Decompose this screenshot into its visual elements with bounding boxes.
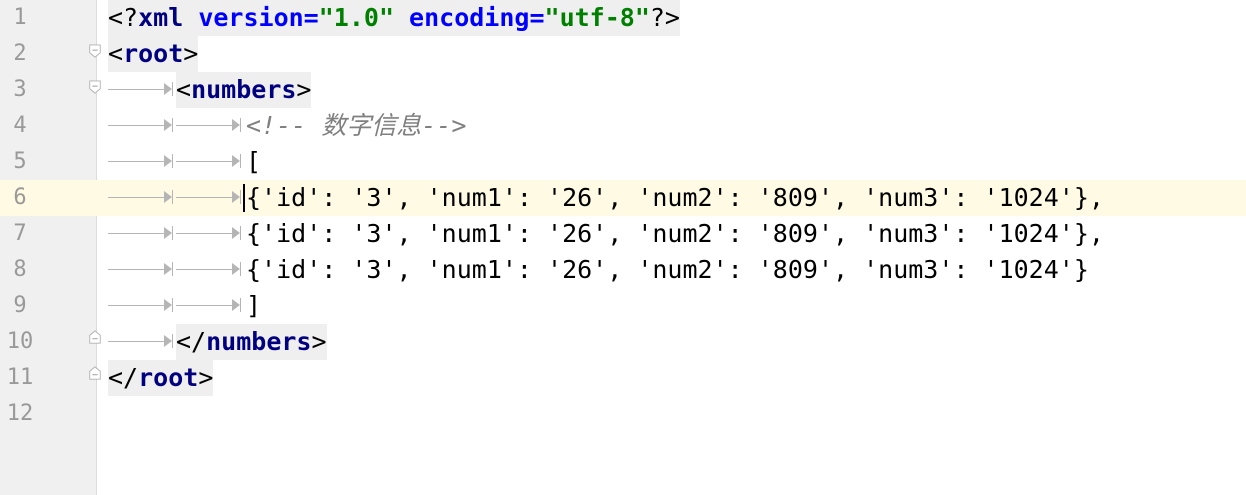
line-number: 1 [13,5,27,30]
tag-bracket: > [311,327,327,356]
text-content: {'id': '3', 'num1': '26', 'num2': '809',… [246,219,1104,248]
root-close-tag: </root> [108,360,214,396]
line-number: 12 [6,401,34,426]
line-number: 11 [6,365,34,390]
fold-collapse-icon[interactable] [88,44,102,58]
root-open-tag: <root> [108,36,199,72]
tag-name: numbers [206,327,312,356]
tag-bracket: < [176,75,192,104]
line-number: 5 [13,149,27,174]
text-content: ] [246,291,262,320]
code-line-9[interactable]: 9 ] [0,288,1246,324]
tab-indent-icon [108,154,173,168]
code-line-5[interactable]: 5 [ [0,144,1246,180]
pi-open: <? [108,3,139,32]
attr-encoding-value: "utf-8" [544,3,650,32]
tag-bracket: > [296,75,312,104]
tag-bracket: > [198,363,214,392]
tag-bracket: </ [108,363,139,392]
code-line-10[interactable]: 10 </numbers> [0,324,1246,360]
tab-indent-icon [108,118,173,132]
tab-indent-icon [176,298,241,312]
code-line-7[interactable]: 7 {'id': '3', 'num1': '26', 'num2': '809… [0,216,1246,252]
line-number: 2 [13,41,27,66]
code-line-3[interactable]: 3 <numbers> [0,72,1246,108]
tab-indent-icon [176,154,241,168]
tab-indent-icon [108,226,173,240]
tab-indent-icon [108,262,173,276]
tab-indent-icon [176,190,241,204]
numbers-open-tag: <numbers> [176,72,312,108]
tab-indent-icon [176,262,241,276]
line-number: 6 [13,185,27,210]
tag-name: root [138,363,199,392]
tag-bracket: </ [176,327,207,356]
line-number: 7 [13,221,27,246]
tab-indent-icon [176,118,241,132]
code-line-8[interactable]: 8 {'id': '3', 'num1': '26', 'num2': '809… [0,252,1246,288]
code-line-11[interactable]: 11 </root> [0,360,1246,396]
code-line-2[interactable]: 2 <root> [0,36,1246,72]
tab-indent-icon [108,190,173,204]
numbers-close-tag: </numbers> [176,324,327,360]
text-caret [243,184,245,212]
pi-close: ?> [649,3,680,32]
pi-target: xml [138,3,184,32]
line-number: 8 [13,257,27,282]
code-line-1[interactable]: 1 <?xml version="1.0" encoding="utf-8"?> [0,0,1246,36]
fold-collapse-icon[interactable] [88,80,102,94]
code-line-12[interactable]: 12 [0,396,1246,432]
line-number: 4 [13,113,27,138]
attr-version: version= [183,3,319,32]
xml-declaration: <?xml version="1.0" encoding="utf-8"?> [108,0,680,36]
tag-bracket: > [183,39,199,68]
tag-bracket: < [108,39,124,68]
attr-version-value: "1.0" [318,3,394,32]
tab-indent-icon [108,334,173,348]
tab-indent-icon [108,298,173,312]
xml-comment: <!-- 数字信息--> [246,111,467,140]
text-content: [ [246,147,262,176]
text-content: {'id': '3', 'num1': '26', 'num2': '809',… [246,255,1089,284]
code-line-6-current[interactable]: 6 {'id': '3', 'num1': '26', 'num2': '809… [0,180,1246,216]
text-content: {'id': '3', 'num1': '26', 'num2': '809',… [246,183,1104,212]
code-editor[interactable]: 1 <?xml version="1.0" encoding="utf-8"?>… [0,0,1246,495]
line-number: 9 [13,293,27,318]
line-number: 10 [6,329,34,354]
tab-indent-icon [176,226,241,240]
fold-end-icon[interactable] [88,330,102,344]
tag-name: numbers [191,75,297,104]
attr-encoding: encoding= [394,3,545,32]
tab-indent-icon [108,82,173,96]
code-line-4[interactable]: 4 <!-- 数字信息--> [0,108,1246,144]
tag-name: root [123,39,184,68]
fold-end-icon[interactable] [88,366,102,380]
line-number: 3 [13,77,27,102]
